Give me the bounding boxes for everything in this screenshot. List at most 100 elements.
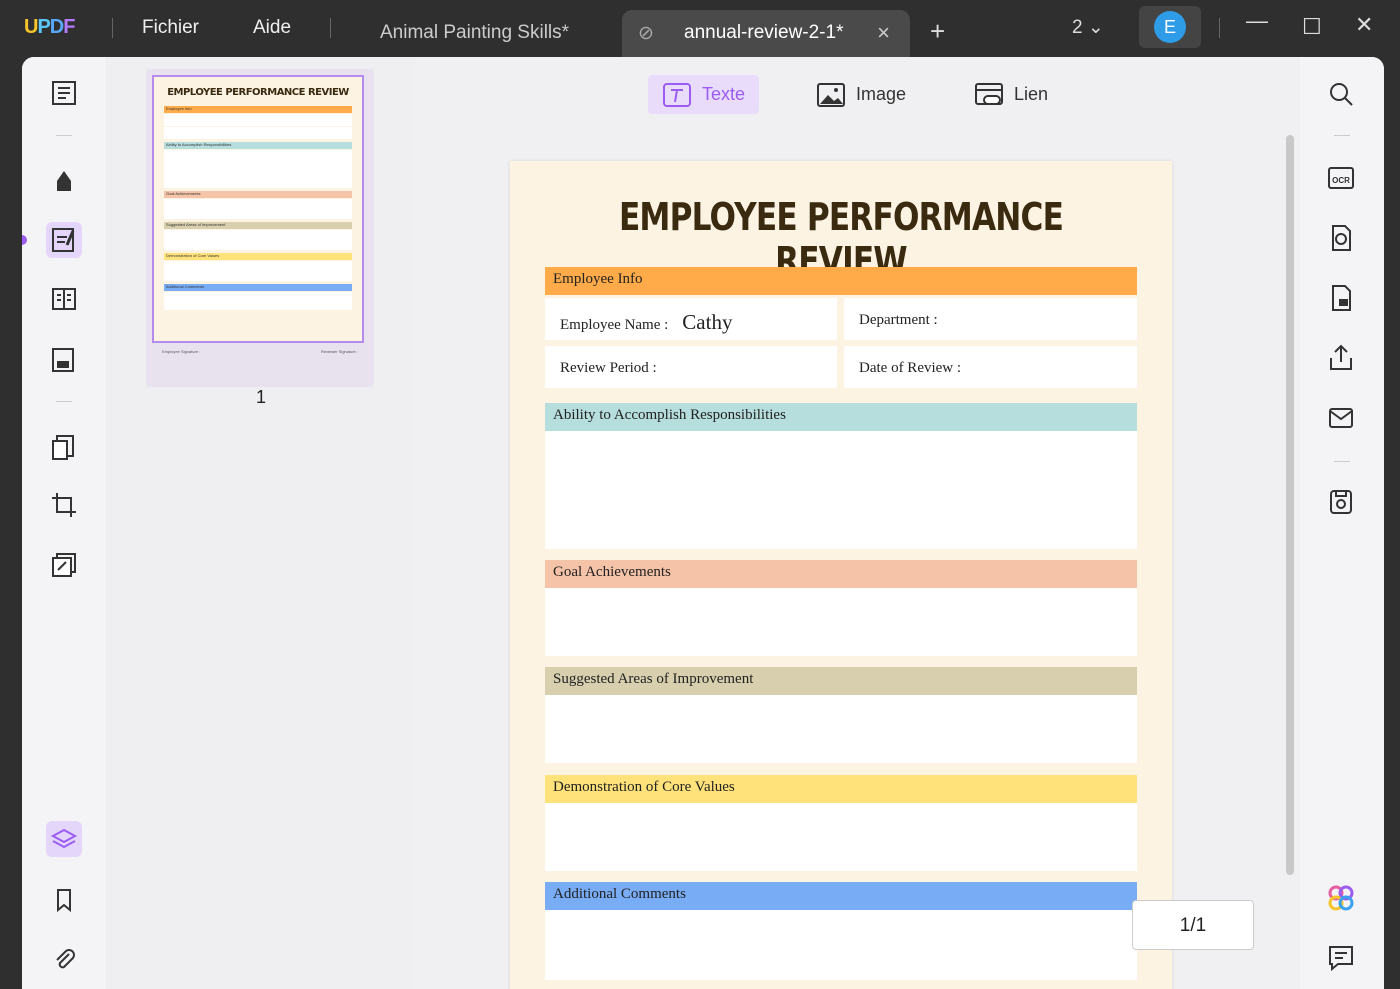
thumb-field	[164, 261, 352, 281]
tab-animal-painting[interactable]: Animal Painting Skills*	[380, 10, 569, 57]
employee-name-field[interactable]: Employee Name : Cathy	[545, 298, 837, 340]
add-text-button[interactable]: Texte	[648, 75, 760, 114]
divider	[330, 18, 331, 38]
left-sidebar	[22, 57, 106, 989]
search-icon[interactable]	[1326, 79, 1356, 109]
divider	[1334, 461, 1350, 462]
section-additional-comments: Additional Comments	[545, 882, 1137, 910]
improvement-field[interactable]	[545, 695, 1137, 763]
thumbnail-page: EMPLOYEE PERFORMANCE REVIEW Employee Inf…	[152, 75, 364, 343]
email-icon[interactable]	[1326, 403, 1356, 433]
avatar-letter: E	[1154, 11, 1186, 43]
thumbnail-title: EMPLOYEE PERFORMANCE REVIEW	[167, 87, 349, 98]
date-of-review-label: Date of Review :	[859, 360, 962, 376]
review-period-field[interactable]: Review Period :	[545, 346, 837, 388]
divider	[56, 401, 72, 402]
protect-file-icon[interactable]	[1326, 283, 1356, 313]
section-core-values: Demonstration of Core Values	[545, 775, 1137, 803]
close-window-button[interactable]: ✕	[1355, 12, 1373, 38]
thumb-field	[164, 292, 352, 310]
add-link-button[interactable]: Lien	[960, 75, 1062, 114]
add-image-button[interactable]: Image	[802, 75, 920, 114]
crop-icon[interactable]	[46, 487, 82, 523]
layers-icon[interactable]	[46, 821, 82, 857]
title-bar: UPDF Fichier Aide Animal Painting Skills…	[0, 0, 1400, 57]
thumb-field	[164, 127, 352, 139]
comments-icon[interactable]	[1326, 943, 1356, 973]
close-tab-icon[interactable]: ×	[877, 20, 890, 46]
thumb-field	[164, 150, 352, 188]
window-count: 2	[1072, 17, 1083, 38]
menu-aide[interactable]: Aide	[253, 17, 291, 39]
thumb-field	[164, 230, 352, 250]
pdf-page[interactable]: EMPLOYEE PERFORMANCE REVIEW Employee Inf…	[510, 161, 1172, 989]
minimize-button[interactable]: —	[1246, 8, 1268, 34]
thumb-field	[164, 114, 352, 126]
bookmark-icon[interactable]	[46, 882, 82, 918]
link-label: Lien	[1014, 84, 1049, 104]
page-organize-icon[interactable]	[46, 281, 82, 317]
page-number: 1	[256, 387, 267, 407]
text-label: Texte	[702, 84, 746, 104]
tab-annual-review[interactable]: ⊘ annual-review-2-1* ×	[622, 10, 910, 57]
section-employee-info: Employee Info	[545, 267, 1137, 295]
department-label: Department :	[859, 312, 938, 328]
employee-signature-label: Employee Signature :	[162, 349, 201, 354]
image-icon	[817, 82, 845, 107]
image-label: Image	[856, 84, 907, 104]
additional-comments-field[interactable]	[545, 910, 1137, 980]
reader-mode-icon[interactable]	[46, 75, 82, 111]
share-icon[interactable]	[1326, 343, 1356, 373]
thumb-section: Demonstration of Core Values	[164, 253, 352, 260]
active-indicator	[22, 235, 27, 245]
reviewer-signature-label: Reviewer Signature :	[320, 349, 358, 354]
menu-fichier[interactable]: Fichier	[142, 17, 199, 39]
thumb-section: Employee Info	[164, 106, 352, 113]
edit-toolbar: Texte Image Lien	[414, 75, 1300, 115]
thumb-field	[164, 199, 352, 219]
thumb-signatures: Employee Signature : Reviewer Signature …	[152, 343, 368, 360]
unsynced-cloud-icon: ⊘	[638, 23, 654, 44]
form-icon[interactable]	[46, 342, 82, 378]
maximize-button[interactable]: ☐	[1302, 14, 1322, 40]
employee-name-value[interactable]: Cathy	[682, 310, 732, 334]
edit-pdf-icon[interactable]	[46, 222, 82, 258]
divider	[112, 18, 113, 38]
save-icon[interactable]	[1326, 487, 1356, 517]
department-field[interactable]: Department :	[844, 298, 1137, 340]
divider	[1219, 18, 1220, 38]
vertical-scrollbar[interactable]	[1286, 135, 1294, 875]
updf-logo[interactable]: UPDF	[24, 16, 75, 39]
window-count-dropdown[interactable]: 2 ⌄	[1072, 16, 1104, 39]
svg-text:OCR: OCR	[1332, 176, 1350, 185]
new-tab-button[interactable]: +	[930, 16, 945, 47]
thumb-section: Goal Achievements	[164, 191, 352, 198]
section-improvement: Suggested Areas of Improvement	[545, 667, 1137, 695]
responsibilities-field[interactable]	[545, 431, 1137, 549]
link-icon	[975, 82, 1003, 105]
thumbnail-panel: EMPLOYEE PERFORMANCE REVIEW Employee Inf…	[106, 57, 414, 989]
page-thumbnail[interactable]: EMPLOYEE PERFORMANCE REVIEW Employee Inf…	[146, 69, 374, 387]
goal-achievements-field[interactable]	[545, 588, 1137, 656]
text-icon	[663, 82, 691, 107]
comment-highlighter-icon[interactable]	[46, 162, 82, 198]
divider	[56, 135, 72, 136]
ai-assistant-icon[interactable]	[1326, 883, 1356, 913]
thumb-section: Additional Comments	[164, 284, 352, 291]
core-values-field[interactable]	[545, 803, 1137, 871]
ocr-icon[interactable]: OCR	[1326, 163, 1356, 193]
thumb-section: Suggested Areas of Improvement	[164, 222, 352, 229]
organize-pages-icon[interactable]	[46, 429, 82, 465]
attachment-icon[interactable]	[46, 942, 82, 978]
right-sidebar: OCR	[1300, 57, 1384, 989]
protect-icon[interactable]	[46, 547, 82, 583]
convert-icon[interactable]	[1326, 223, 1356, 253]
avatar[interactable]: E	[1139, 6, 1201, 48]
review-period-label: Review Period :	[560, 360, 657, 376]
chevron-down-icon: ⌄	[1087, 17, 1104, 38]
date-of-review-field[interactable]: Date of Review :	[844, 346, 1137, 388]
thumb-section: Ability to Accomplish Responsibilities	[164, 142, 352, 149]
document-area: Texte Image Lien EMPLOYEE PERFORMANCE RE…	[414, 57, 1300, 989]
app-window: EMPLOYEE PERFORMANCE REVIEW Employee Inf…	[22, 57, 1384, 989]
page-indicator[interactable]: 1/1	[1132, 900, 1254, 950]
